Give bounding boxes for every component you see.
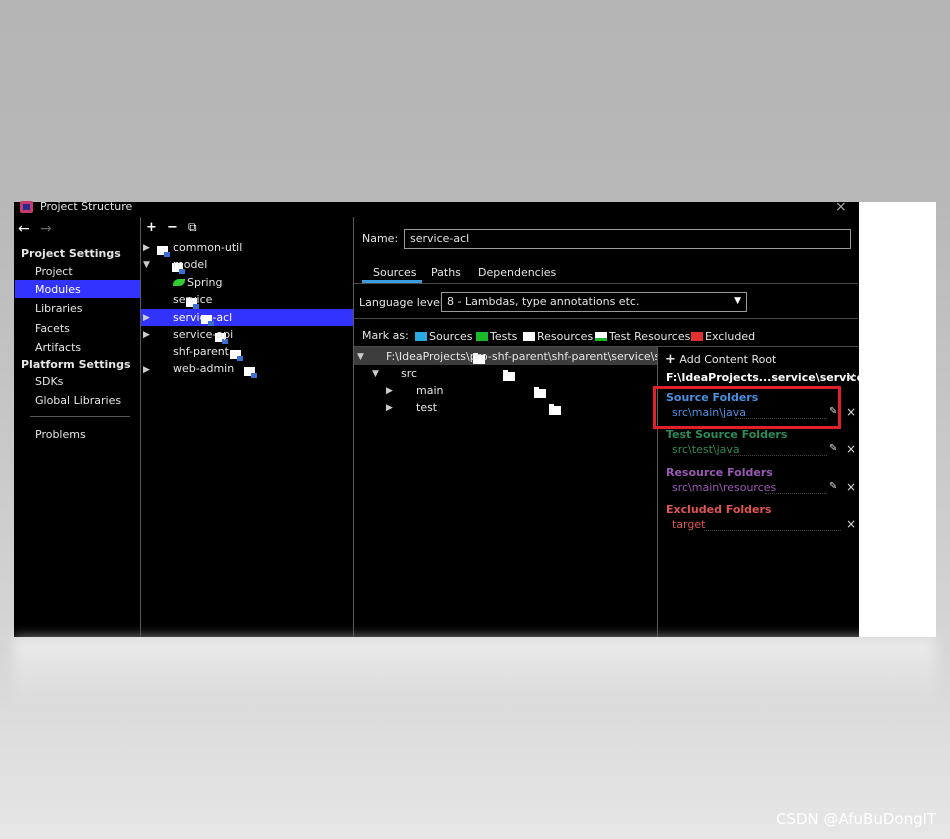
background-panel [859, 202, 936, 637]
add-module-icon[interactable]: + [146, 220, 157, 235]
plus-icon: + [665, 352, 676, 367]
module-name-value: service-acl [410, 232, 470, 245]
tree-item-src[interactable]: src [401, 367, 417, 380]
tests-folder-icon [476, 332, 488, 341]
mark-as-excluded-button[interactable]: Excluded [691, 330, 755, 343]
mark-as-resources-button[interactable]: Resources [523, 330, 593, 343]
module-item-common-util[interactable]: common-util [173, 241, 242, 254]
window-close-icon[interactable]: × [835, 199, 847, 215]
content-root-path: F:\IdeaProjects\pro-shf-parent\shf-paren… [386, 350, 657, 363]
mark-divider [354, 318, 858, 319]
resource-folder-path: src\main\resources [672, 481, 777, 494]
intellij-app-icon [20, 201, 33, 213]
back-arrow-icon[interactable]: ← [18, 221, 30, 237]
platform-settings-header: Platform Settings [21, 358, 131, 371]
expand-arrow-icon[interactable]: ▶ [386, 386, 393, 396]
resources-folder-icon [523, 332, 535, 341]
collapse-arrow-icon[interactable]: ▼ [357, 352, 364, 362]
excluded-folder-icon [691, 332, 703, 341]
copy-module-icon[interactable]: ⧉ [188, 220, 197, 235]
sidebar-item-artifacts[interactable]: Artifacts [35, 341, 81, 354]
remove-folder-icon[interactable]: × [846, 480, 856, 494]
facet-item-spring[interactable]: Spring [187, 276, 223, 289]
project-settings-header: Project Settings [21, 247, 121, 260]
remove-folder-icon[interactable]: × [846, 405, 856, 419]
folder-icon [533, 387, 546, 398]
expand-arrow-icon[interactable]: ▶ [143, 313, 150, 323]
resource-folders-header: Resource Folders [666, 466, 773, 479]
sidebar-item-facets[interactable]: Facets [35, 322, 70, 335]
window-title: Project Structure [40, 200, 133, 213]
module-item-service-acl[interactable]: service-acl [173, 311, 232, 324]
remove-content-root-icon[interactable]: × [846, 370, 856, 384]
module-icon [244, 367, 257, 378]
module-item-model[interactable]: model [173, 258, 207, 271]
dotted-leader [704, 530, 841, 531]
module-icon [157, 246, 170, 257]
edit-pencil-icon[interactable]: ✎ [829, 443, 837, 454]
sources-folder-icon [415, 332, 427, 341]
module-item-web-admin[interactable]: web-admin [173, 362, 234, 375]
collapse-arrow-icon[interactable]: ▼ [143, 260, 150, 270]
window-reflection [14, 637, 936, 707]
dotted-leader [730, 455, 827, 456]
test-resources-folder-icon [595, 332, 607, 341]
mark-as-tests-button[interactable]: Tests [476, 330, 517, 343]
test-source-folders-header: Test Source Folders [666, 428, 788, 441]
tab-sources[interactable]: Sources [373, 266, 417, 279]
sidebar-divider [30, 416, 130, 417]
excluded-folder-path: target [672, 518, 706, 531]
forward-arrow-icon[interactable]: → [40, 221, 52, 237]
module-item-service[interactable]: service [173, 293, 212, 306]
language-level-label: Language level: [359, 296, 447, 309]
tree-item-test[interactable]: test [416, 401, 437, 414]
mark-as-test-resources-button[interactable]: Test Resources [595, 330, 690, 343]
sidebar-item-global-libraries[interactable]: Global Libraries [35, 394, 121, 407]
remove-module-icon[interactable]: − [167, 220, 178, 235]
highlight-box [653, 386, 841, 429]
expand-arrow-icon[interactable]: ▶ [386, 403, 393, 413]
language-level-select[interactable]: 8 - Lambdas, type annotations etc. ▼ [441, 292, 747, 312]
tab-dependencies[interactable]: Dependencies [478, 266, 556, 279]
tab-paths[interactable]: Paths [431, 266, 461, 279]
folder-icon [503, 370, 515, 381]
language-level-value: 8 - Lambdas, type annotations etc. [447, 295, 640, 308]
sidebar-item-problems[interactable]: Problems [35, 428, 86, 441]
tree-item-main[interactable]: main [416, 384, 443, 397]
edit-pencil-icon[interactable]: ✎ [829, 481, 837, 492]
sidebar-item-modules[interactable]: Modules [35, 283, 81, 296]
sidebar-item-project[interactable]: Project [35, 265, 73, 278]
tabs-divider [354, 283, 858, 284]
module-item-service-api[interactable]: service-api [173, 328, 233, 341]
remove-folder-icon[interactable]: × [846, 517, 856, 531]
add-content-root-button[interactable]: + Add Content Root [665, 352, 776, 367]
expand-arrow-icon[interactable]: ▶ [143, 330, 150, 340]
collapse-arrow-icon[interactable]: ▼ [372, 369, 379, 379]
dotted-leader [765, 493, 827, 494]
folder-icon [549, 404, 561, 415]
expand-arrow-icon[interactable]: ▶ [143, 243, 150, 253]
name-label: Name: [362, 232, 399, 245]
mark-as-label: Mark as: [362, 329, 409, 342]
module-item-shf-parent[interactable]: shf-parent [173, 345, 229, 358]
excluded-folders-header: Excluded Folders [666, 503, 772, 516]
remove-folder-icon[interactable]: × [846, 442, 856, 456]
modules-splitter[interactable] [353, 217, 354, 637]
csdn-watermark: CSDN @AfuBuDongIT [776, 810, 937, 828]
sidebar-item-libraries[interactable]: Libraries [35, 302, 83, 315]
expand-arrow-icon[interactable]: ▶ [143, 365, 150, 375]
sidebar-item-sdks[interactable]: SDKs [35, 375, 63, 388]
module-icon [229, 350, 243, 361]
module-name-input[interactable]: service-acl [404, 229, 851, 249]
chevron-down-icon: ▼ [734, 296, 741, 306]
mark-as-sources-button[interactable]: Sources [415, 330, 473, 343]
sidebar-splitter[interactable] [140, 217, 141, 637]
